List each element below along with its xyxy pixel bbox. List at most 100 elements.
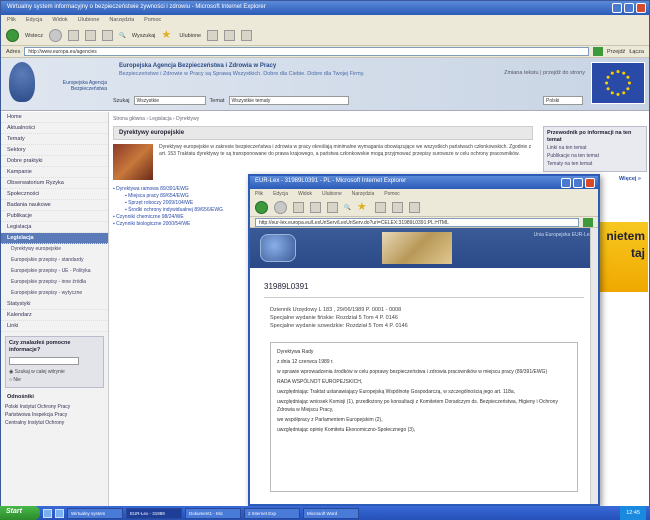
mail-icon[interactable] [224,30,236,41]
popup-menu-help[interactable]: Pomoc [384,191,400,197]
header-right-links[interactable]: Zmiana tekstu | przejdź do strony [504,70,585,76]
nav-item-news[interactable]: Aktualności [1,123,108,134]
campaign-banner[interactable]: nietem taj [600,222,648,292]
popup-maximize-button[interactable] [573,178,583,188]
topic-select-label: Temat [209,97,225,104]
links-label[interactable]: Łącza [629,49,644,55]
forward-icon[interactable] [49,29,63,42]
nav-item-sectors[interactable]: Sektory [1,145,108,156]
popup-go-icon[interactable] [583,217,593,227]
address-input[interactable]: http://www.europa.eu/agencies [24,47,589,56]
close-button[interactable] [636,3,646,13]
popup-menu-edit[interactable]: Edycja [273,191,288,197]
menu-tools[interactable]: Narzędzia [109,17,134,24]
quicklaunch-ie-icon[interactable] [43,508,52,518]
breadcrumb[interactable]: Strona główna › Legislacja › Dyrektywy [113,112,537,126]
directive-link-label: Czynniki biologiczne 2000/54/WE [116,221,191,227]
minimize-button[interactable] [612,3,622,13]
popup-menu-favorites[interactable]: Ulubione [322,191,342,197]
stop-icon[interactable] [68,30,80,41]
back-icon[interactable] [6,29,19,42]
nav-item-legislation[interactable]: Legislacja [1,222,108,233]
page-title: Dyrektywy europejskie [113,126,533,140]
nav-item-communities[interactable]: Społeczności [1,189,108,200]
menu-edit[interactable]: Edycja [26,17,43,24]
nav-item-publications[interactable]: Publikacje [1,211,108,222]
nav-sub-item[interactable]: Europejskie przepisy - standardy [1,255,108,266]
language-select[interactable]: Polski [543,96,583,105]
menu-help[interactable]: Pomoc [144,17,161,24]
feedback-input[interactable] [9,357,79,365]
taskbar-item[interactable]: Microsoft Word [303,507,359,519]
nav-sub-item[interactable]: Europejskie przepisy - UE - Polityka [1,266,108,277]
nav-sub-item[interactable]: Europejskie przepisy - inne źródła [1,277,108,288]
taskbar-item[interactable]: Wirtualny system [67,507,123,519]
radio-option-no[interactable]: ○ Nie [9,376,100,384]
related-link[interactable]: Tematy na ten temat [547,160,643,168]
popup-address-input[interactable]: http://eur-lex.europa.eu/LexUriServ/LexU… [255,217,579,227]
go-label[interactable]: Przejdź [607,49,625,55]
nav-sub-item[interactable]: Europejskie przepisy - wytyczne [1,288,108,299]
nav-item-good-practice[interactable]: Dobre praktyki [1,156,108,167]
popup-menu-view[interactable]: Widok [298,191,312,197]
nav-sub-item[interactable]: Dyrektywy europejskie [1,244,108,255]
menu-view[interactable]: Widok [52,17,67,24]
eurlex-popup-window: EUR-Lex - 31989L0391 - PL - Microsoft In… [248,174,600,506]
external-link[interactable]: Państwowa Inspekcja Pracy [1,411,108,419]
search-select[interactable]: Wszystkie [133,96,206,105]
radio-option-yes[interactable]: ◉ Szukaj w całej witrynie [9,368,100,376]
popup-home-icon[interactable] [327,202,338,213]
nav-item-links[interactable]: Linki [1,321,108,332]
popup-search-icon[interactable]: 🔍 [344,205,351,211]
print-icon[interactable] [241,30,253,41]
nav-item-home[interactable]: Home [1,112,108,123]
system-tray-clock: 12:45 [620,506,646,520]
popup-stop-icon[interactable] [293,202,304,213]
nav-item-statistics[interactable]: Statystyki [1,299,108,310]
menu-file[interactable]: Plik [7,17,16,24]
popup-back-icon[interactable] [255,201,268,214]
popup-mail-icon[interactable] [391,202,403,213]
search-icon[interactable]: 🔍 [119,33,126,39]
popup-scrollbar[interactable] [590,228,598,504]
external-link[interactable]: Centralny Instytut Ochrony [1,419,108,427]
taskbar-item-active[interactable]: EUR-Lex - 31989 [126,507,182,519]
eurlex-logo[interactable] [260,234,296,262]
favorites-icon[interactable]: ★ [161,30,173,41]
home-icon[interactable] [102,30,114,41]
popup-menu-tools[interactable]: Narzędzia [352,191,375,197]
popup-menu-file[interactable]: Plik [255,191,263,197]
eurlex-header-right[interactable]: Unia Europejska EUR-Lex [534,232,592,238]
quicklaunch-desktop-icon[interactable] [55,508,64,518]
maximize-button[interactable] [624,3,634,13]
topic-select[interactable]: Wszystkie tematy [228,96,349,105]
nav-item-research[interactable]: Badania naukowe [1,200,108,211]
history-icon[interactable] [207,30,219,41]
external-link[interactable]: Polski Instytut Ochrony Pracy [1,403,108,411]
search-label[interactable]: Wyszukaj [132,33,155,39]
related-link[interactable]: Linki na ten temat [547,144,643,152]
popup-forward-icon[interactable] [274,201,287,214]
nav-item-risk-observatory[interactable]: Obserwatorium Ryzyka [1,178,108,189]
nav-item-calendar[interactable]: Kalendarz [1,310,108,321]
popup-close-button[interactable] [585,178,595,188]
favorites-label[interactable]: Ulubione [179,33,201,39]
popup-favorites-icon[interactable]: ★ [357,202,369,213]
taskbar-item[interactable]: Dokument1 - Mic [185,507,241,519]
start-button[interactable]: Start [0,506,40,520]
nav-item-topics[interactable]: Tematy [1,134,108,145]
go-icon[interactable] [592,47,603,56]
agency-logo[interactable] [9,62,35,102]
popup-refresh-icon[interactable] [310,202,321,213]
back-label[interactable]: Wstecz [25,33,43,39]
nav-item-active[interactable]: Legislacja [1,233,108,244]
popup-print-icon[interactable] [408,202,420,213]
popup-minimize-button[interactable] [561,178,571,188]
taskbar-item[interactable]: 2 Internet Exp [244,507,300,519]
popup-history-icon[interactable] [374,202,386,213]
refresh-icon[interactable] [85,30,97,41]
related-box: Przewodnik po informacji na ten temat Li… [543,126,647,172]
nav-item-campaigns[interactable]: Kampanie [1,167,108,178]
related-link[interactable]: Publikacje na ten temat [547,152,643,160]
menu-favorites[interactable]: Ulubione [78,17,100,24]
